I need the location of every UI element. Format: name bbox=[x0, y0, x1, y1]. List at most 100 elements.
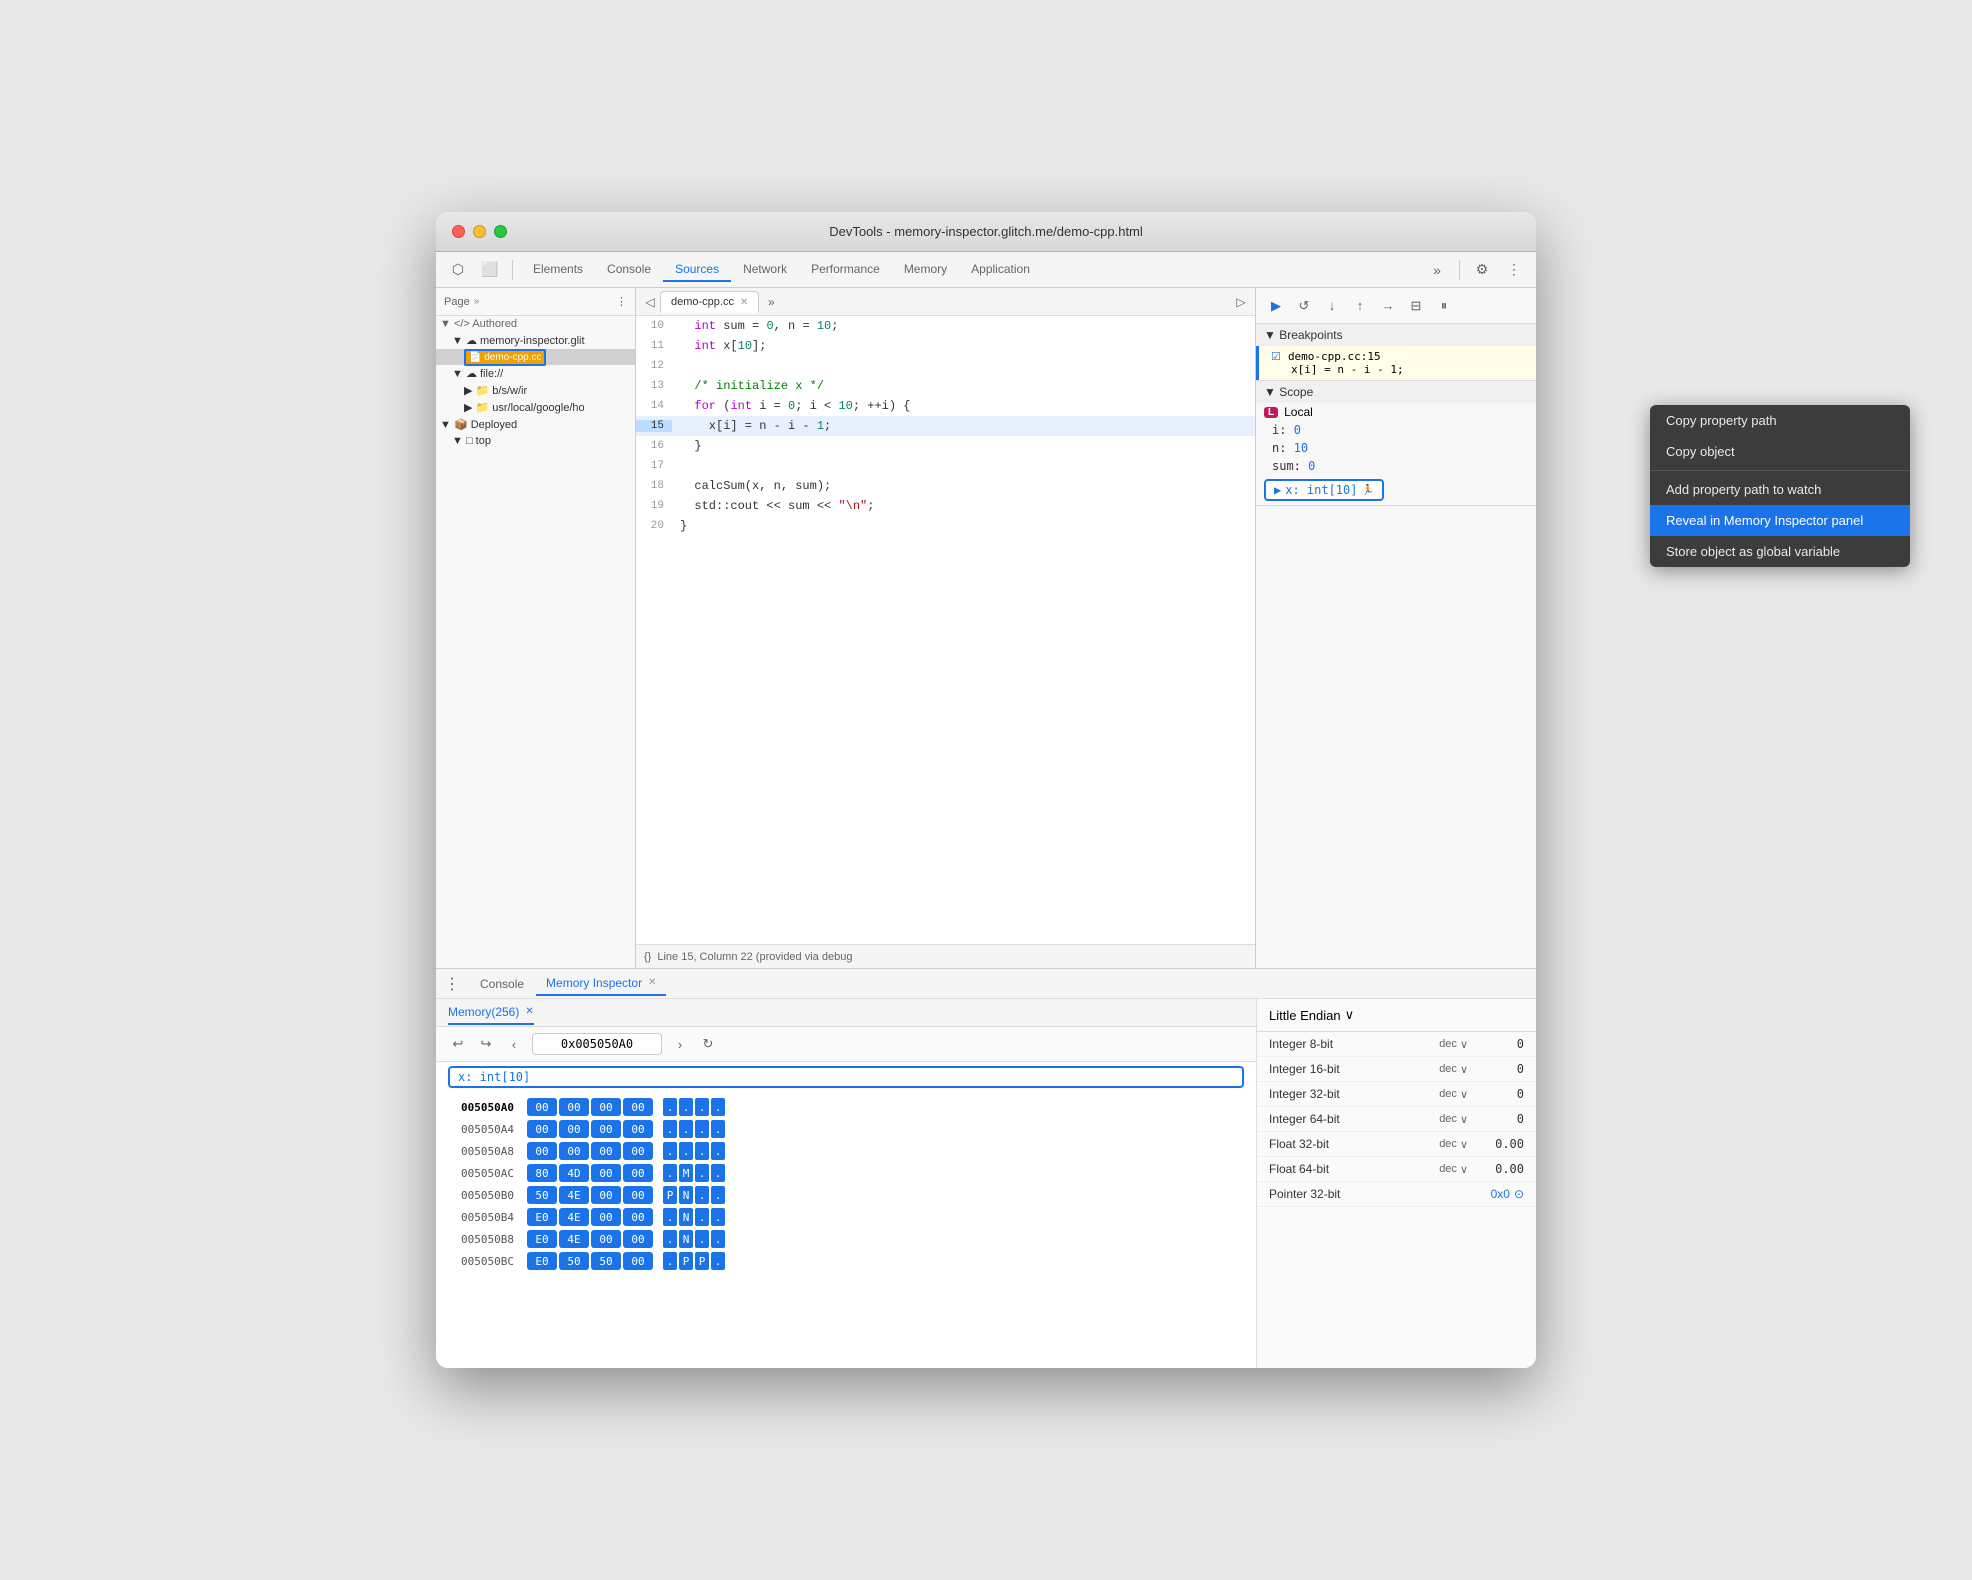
context-reveal-memory-inspector[interactable]: Reveal in Memory Inspector panel bbox=[1650, 505, 1910, 536]
mem-byte[interactable]: 00 bbox=[591, 1186, 621, 1204]
memory-address-input[interactable] bbox=[532, 1033, 662, 1055]
bottom-panel-menu[interactable]: ⋮ bbox=[444, 974, 460, 994]
mem-byte[interactable]: 00 bbox=[591, 1164, 621, 1182]
mem-byte[interactable]: 4E bbox=[559, 1230, 589, 1248]
context-copy-property-path[interactable]: Copy property path bbox=[1650, 405, 1910, 436]
scope-header[interactable]: ▼ Scope bbox=[1256, 381, 1536, 403]
memory-tab-close[interactable]: ✕ bbox=[525, 1006, 533, 1017]
mem-byte[interactable]: 00 bbox=[623, 1142, 653, 1160]
tab-console[interactable]: Console bbox=[595, 258, 663, 282]
tree-deployed[interactable]: ▼ 📦 Deployed bbox=[436, 416, 635, 433]
context-add-to-watch[interactable]: Add property path to watch bbox=[1650, 474, 1910, 505]
mem-byte[interactable]: 00 bbox=[623, 1098, 653, 1116]
file-panel-menu-icon[interactable]: ⋮ bbox=[616, 295, 627, 308]
close-button[interactable] bbox=[452, 225, 465, 238]
fullscreen-button[interactable] bbox=[494, 225, 507, 238]
tree-memory-inspector[interactable]: ▼ ☁ memory-inspector.glit bbox=[436, 332, 635, 349]
pause-btn[interactable]: ⏸ bbox=[1432, 294, 1456, 318]
code-tab-demo-cpp[interactable]: demo-cpp.cc ✕ bbox=[660, 291, 759, 313]
mem-byte[interactable]: 00 bbox=[559, 1120, 589, 1138]
nav-forward-btn[interactable]: ↪ bbox=[476, 1034, 496, 1054]
more-options-icon[interactable]: ⋮ bbox=[1500, 256, 1528, 284]
mem-byte[interactable]: 00 bbox=[623, 1208, 653, 1226]
mem-byte[interactable]: 00 bbox=[623, 1164, 653, 1182]
tab-elements[interactable]: Elements bbox=[521, 258, 595, 282]
mem-byte[interactable]: 80 bbox=[527, 1164, 557, 1182]
mem-byte[interactable]: 00 bbox=[591, 1120, 621, 1138]
mem-byte[interactable]: 00 bbox=[591, 1098, 621, 1116]
mem-byte[interactable]: 00 bbox=[623, 1252, 653, 1270]
tree-demo-cpp[interactable]: 📄 demo-cpp.cc bbox=[436, 349, 635, 365]
mem-byte[interactable]: 00 bbox=[527, 1098, 557, 1116]
mem-byte[interactable]: 00 bbox=[559, 1142, 589, 1160]
memory-inspector-close[interactable]: ✕ bbox=[648, 977, 656, 988]
tab-sources[interactable]: Sources bbox=[663, 258, 731, 282]
mem-byte[interactable]: 00 bbox=[623, 1230, 653, 1248]
tree-top[interactable]: ▼ □ top bbox=[436, 433, 635, 449]
mem-byte[interactable]: 00 bbox=[559, 1098, 589, 1116]
tree-authored[interactable]: ▼ </> Authored bbox=[436, 316, 635, 332]
settings-icon[interactable]: ⚙ bbox=[1468, 256, 1496, 284]
bottom-tab-console[interactable]: Console bbox=[470, 973, 534, 995]
float32-format[interactable]: dec ∨ bbox=[1439, 1138, 1468, 1151]
resume-btn[interactable]: ▶ bbox=[1264, 294, 1288, 318]
bottom-tab-memory-inspector[interactable]: Memory Inspector ✕ bbox=[536, 972, 666, 996]
memory-256-tab[interactable]: Memory(256) ✕ bbox=[448, 1001, 534, 1025]
more-pages-icon[interactable]: » bbox=[474, 296, 480, 307]
step-into-btn[interactable]: ↑ bbox=[1348, 294, 1372, 318]
int8-format[interactable]: dec ∨ bbox=[1439, 1038, 1468, 1051]
mem-byte[interactable]: 4D bbox=[559, 1164, 589, 1182]
nav-next-btn[interactable]: › bbox=[670, 1034, 690, 1054]
minimize-button[interactable] bbox=[473, 225, 486, 238]
more-code-tabs-icon[interactable]: » bbox=[761, 292, 781, 312]
mem-byte[interactable]: 4E bbox=[559, 1208, 589, 1226]
deactivate-btn[interactable]: ⊟ bbox=[1404, 294, 1428, 318]
pointer-link[interactable]: 0x0 ⊙ bbox=[1491, 1187, 1524, 1201]
navigate-to-pointer-icon[interactable]: ⊙ bbox=[1514, 1187, 1524, 1201]
mem-byte[interactable]: 50 bbox=[559, 1252, 589, 1270]
more-tabs-icon[interactable]: » bbox=[1423, 256, 1451, 284]
run-icon[interactable]: ▷ bbox=[1231, 292, 1251, 312]
mem-byte[interactable]: 00 bbox=[591, 1142, 621, 1160]
float64-format[interactable]: dec ∨ bbox=[1439, 1163, 1468, 1176]
mem-byte[interactable]: 00 bbox=[527, 1142, 557, 1160]
mem-byte[interactable]: E0 bbox=[527, 1230, 557, 1248]
step-out-btn[interactable]: → bbox=[1376, 294, 1400, 318]
mem-byte[interactable]: 4E bbox=[559, 1186, 589, 1204]
tab-memory[interactable]: Memory bbox=[892, 258, 959, 282]
mem-byte[interactable]: 00 bbox=[527, 1120, 557, 1138]
mem-byte[interactable]: 00 bbox=[623, 1120, 653, 1138]
memory-x-badge[interactable]: x: int[10] bbox=[448, 1066, 1244, 1088]
int16-format[interactable]: dec ∨ bbox=[1439, 1063, 1468, 1076]
nav-refresh-btn[interactable]: ↻ bbox=[698, 1034, 718, 1054]
format-icon[interactable]: {} bbox=[644, 951, 651, 963]
mem-byte[interactable]: 00 bbox=[591, 1230, 621, 1248]
mem-byte[interactable]: E0 bbox=[527, 1252, 557, 1270]
context-store-global-variable[interactable]: Store object as global variable bbox=[1650, 536, 1910, 567]
code-editor[interactable]: 10 int sum = 0, n = 10; 11 int x[10]; 12… bbox=[636, 316, 1255, 944]
int64-format[interactable]: dec ∨ bbox=[1439, 1113, 1468, 1126]
tree-file[interactable]: ▼ ☁ file:// bbox=[436, 365, 635, 382]
mem-byte[interactable]: 50 bbox=[527, 1186, 557, 1204]
step-over-btn[interactable]: ↓ bbox=[1320, 294, 1344, 318]
tab-application[interactable]: Application bbox=[959, 258, 1042, 282]
context-copy-object[interactable]: Copy object bbox=[1650, 436, 1910, 467]
breakpoint-item[interactable]: ☑ demo-cpp.cc:15 x[i] = n - i - 1; bbox=[1256, 346, 1536, 380]
navigate-back-icon[interactable]: ◁ bbox=[640, 292, 660, 312]
endian-selector[interactable]: Little Endian ∨ bbox=[1269, 1007, 1354, 1023]
nav-prev-btn[interactable]: ‹ bbox=[504, 1034, 524, 1054]
mem-byte[interactable]: E0 bbox=[527, 1208, 557, 1226]
int32-format[interactable]: dec ∨ bbox=[1439, 1088, 1468, 1101]
tree-usr[interactable]: ▶ 📁 usr/local/google/ho bbox=[436, 399, 635, 416]
tree-bsw[interactable]: ▶ 📁 b/s/w/ir bbox=[436, 382, 635, 399]
mem-byte[interactable]: 50 bbox=[591, 1252, 621, 1270]
nav-back-btn[interactable]: ↩ bbox=[448, 1034, 468, 1054]
pause-on-exception-btn[interactable]: ↺ bbox=[1292, 294, 1316, 318]
code-tab-close[interactable]: ✕ bbox=[740, 297, 748, 308]
device-icon[interactable]: ⬜ bbox=[476, 256, 504, 284]
cursor-icon[interactable]: ⬡ bbox=[444, 256, 472, 284]
tab-performance[interactable]: Performance bbox=[799, 258, 892, 282]
mem-byte[interactable]: 00 bbox=[591, 1208, 621, 1226]
mem-byte[interactable]: 00 bbox=[623, 1186, 653, 1204]
x-array-badge[interactable]: ▶ x: int[10] 🏃 bbox=[1264, 479, 1384, 501]
